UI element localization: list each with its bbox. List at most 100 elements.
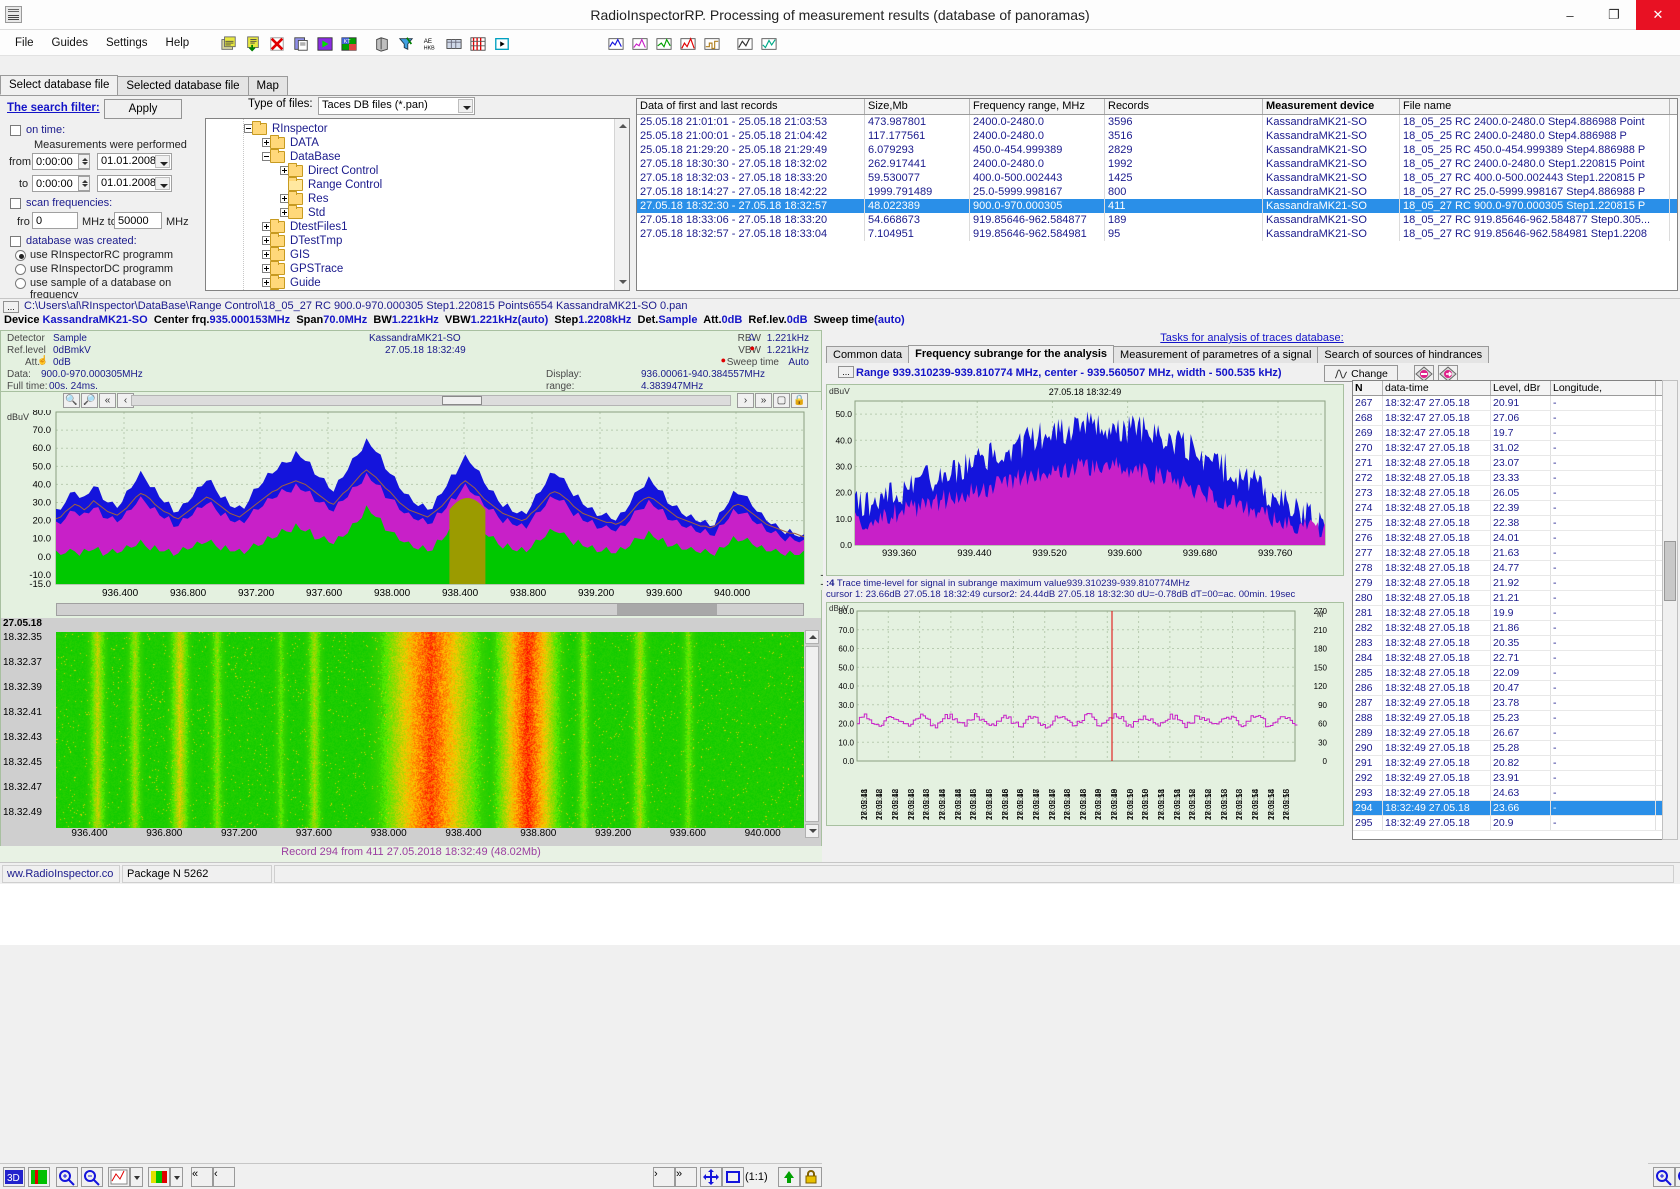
pan-thumb[interactable] (617, 604, 717, 615)
tab-selected-database-file[interactable]: Selected database file (117, 76, 248, 95)
table-row[interactable]: 27.05.18 18:30:30 - 27.05.18 18:32:02262… (637, 157, 1677, 171)
apply-button[interactable]: Apply (104, 99, 182, 119)
tab-select-database-file[interactable]: Select database file (0, 75, 118, 95)
list-item[interactable]: 28818:32:49 27.05.1825.23- (1353, 711, 1669, 726)
menu-help[interactable]: Help (159, 34, 197, 52)
abc-icon[interactable]: AEHKB (419, 33, 441, 54)
list-item[interactable]: 28218:32:48 27.05.1821.86- (1353, 621, 1669, 636)
grid-icon[interactable] (467, 33, 489, 54)
close-button[interactable]: ✕ (1636, 0, 1680, 30)
radio-rinspectordc[interactable] (15, 264, 26, 275)
table-row[interactable]: 25.05.18 21:00:01 - 25.05.18 21:04:42117… (637, 129, 1677, 143)
next-all-icon-2[interactable]: » (675, 1167, 697, 1187)
list-item[interactable]: 29518:32:49 27.05.1820.9- (1353, 816, 1669, 831)
menu-settings[interactable]: Settings (99, 34, 155, 52)
col-n[interactable]: N (1353, 381, 1383, 395)
subrange-chart[interactable]: 50.040.030.020.010.00.0 dBuV 27.05.18 18… (826, 384, 1344, 576)
menu-guides[interactable]: Guides (45, 34, 95, 52)
import-db-icon[interactable] (242, 33, 264, 54)
list-item[interactable]: 27518:32:48 27.05.1822.38- (1353, 516, 1669, 531)
on-time-checkbox[interactable] (10, 125, 21, 136)
chart4-icon[interactable] (677, 33, 699, 54)
chevron-down-icon-2[interactable] (155, 177, 170, 190)
col-frequency-range[interactable]: Frequency range, MHz (970, 99, 1105, 114)
list-item[interactable]: 28418:32:48 27.05.1822.71- (1353, 651, 1669, 666)
palette-dropdown-icon[interactable] (170, 1167, 183, 1187)
scrollbar-thumb[interactable] (442, 396, 482, 405)
tree-scrollbar[interactable] (614, 119, 629, 290)
fit-icon[interactable]: ▢ (773, 393, 790, 408)
time-level-chart[interactable]: 80.070.060.050.040.030.020.010.00.0 2702… (826, 602, 1344, 826)
lock-icon[interactable]: 🔒 (791, 393, 808, 408)
minimize-button[interactable]: – (1548, 0, 1592, 30)
list-item[interactable]: 26918:32:47 27.05.1819.7- (1353, 426, 1669, 441)
chart5-icon[interactable] (701, 33, 723, 54)
list-item[interactable]: 27618:32:48 27.05.1824.01- (1353, 531, 1669, 546)
col-file-name[interactable]: File name (1400, 99, 1670, 114)
list-item[interactable]: 29218:32:49 27.05.1823.91- (1353, 771, 1669, 786)
list-item[interactable]: 29118:32:49 27.05.1820.82- (1353, 756, 1669, 771)
list-item[interactable]: 29018:32:49 27.05.1825.28- (1353, 741, 1669, 756)
records-scroll-thumb[interactable] (1664, 541, 1676, 601)
delete-db-icon[interactable] (266, 33, 288, 54)
tab-measurement-parameters[interactable]: Measurement of parametres of a signal (1113, 346, 1318, 363)
tab-common-data[interactable]: Common data (826, 346, 909, 363)
spectrum-pan-scrollbar[interactable] (56, 603, 804, 616)
col-records[interactable]: Records (1105, 99, 1263, 114)
menu-file[interactable]: File (8, 34, 41, 52)
radio-sample-db[interactable] (15, 278, 26, 289)
run-icon[interactable] (491, 33, 513, 54)
prev-icon-2[interactable]: ‹ (213, 1167, 235, 1187)
next-icon-2[interactable]: › (653, 1167, 675, 1187)
chevron-down-icon[interactable] (155, 155, 170, 168)
folder-tree[interactable]: RInspector DATA DataBase Direct Control … (205, 118, 630, 291)
col-level[interactable]: Level, dBr (1491, 381, 1551, 395)
to-date-combo[interactable]: 01.01.2008 (97, 175, 172, 192)
lock-icon-2[interactable] (800, 1167, 822, 1187)
website-link[interactable]: ww.RadioInspector.co (2, 865, 120, 883)
rb-zoom-out-icon[interactable] (1675, 1167, 1680, 1187)
next-icon[interactable]: › (737, 393, 754, 408)
chart6-icon[interactable] (734, 33, 756, 54)
tree-node-init[interactable]: INIT (286, 289, 312, 291)
chart1-icon[interactable] (605, 33, 627, 54)
kt-map-icon[interactable]: KT (338, 33, 360, 54)
table-row[interactable]: 27.05.18 18:14:27 - 27.05.18 18:42:22199… (637, 185, 1677, 199)
prev-all-icon[interactable]: « (99, 393, 116, 408)
archive-icon[interactable] (371, 33, 393, 54)
waterfall-scroll-up[interactable] (805, 630, 819, 644)
col-data-time[interactable]: data-time (1383, 381, 1491, 395)
zoom-out-icon[interactable]: 🔎 (81, 393, 98, 408)
spectrum-chart[interactable]: 🔍 🔎 « ‹ › » ▢ 🔒 80.070.060.050.040.030.0… (0, 392, 822, 618)
list-item[interactable]: 27918:32:48 27.05.1821.92- (1353, 576, 1669, 591)
chart-style-dropdown-icon[interactable] (130, 1167, 143, 1187)
fit-icon-2[interactable] (722, 1167, 744, 1187)
scroll-up-icon[interactable] (615, 119, 630, 134)
db-created-checkbox[interactable] (10, 236, 21, 247)
scan-to-input[interactable]: 50000 (114, 212, 162, 229)
waterfall-icon[interactable] (28, 1167, 50, 1187)
scroll-down-icon[interactable] (615, 275, 630, 290)
prev-all-icon-2[interactable]: « (191, 1167, 213, 1187)
chart7-icon[interactable] (758, 33, 780, 54)
list-item[interactable]: 27118:32:48 27.05.1823.07- (1353, 456, 1669, 471)
move-icon[interactable] (700, 1167, 722, 1187)
col-longitude[interactable]: Longitude, (1551, 381, 1656, 395)
scan-from-input[interactable]: 0 (32, 212, 78, 229)
list-item[interactable]: 28518:32:48 27.05.1822.09- (1353, 666, 1669, 681)
list-item[interactable]: 27418:32:48 27.05.1822.39- (1353, 501, 1669, 516)
list-item[interactable]: 28018:32:48 27.05.1821.21- (1353, 591, 1669, 606)
table-row[interactable]: 25.05.18 21:29:20 - 25.05.18 21:29:496.0… (637, 143, 1677, 157)
list-item[interactable]: 27318:32:48 27.05.1826.05- (1353, 486, 1669, 501)
table-row[interactable]: 27.05.18 18:32:03 - 27.05.18 18:33:2059.… (637, 171, 1677, 185)
maximize-button[interactable]: ❐ (1592, 0, 1636, 30)
range-browse-button[interactable]: ... (838, 366, 854, 378)
to-time-spinner[interactable] (78, 176, 90, 191)
waterfall-canvas[interactable] (56, 632, 804, 828)
scan-frequencies-checkbox[interactable] (10, 198, 21, 209)
list-item[interactable]: 27218:32:48 27.05.1823.33- (1353, 471, 1669, 486)
chart-style-icon[interactable] (108, 1167, 130, 1187)
records-list[interactable]: N data-time Level, dBr Longitude, 26718:… (1352, 380, 1670, 840)
table-icon[interactable] (443, 33, 465, 54)
table-row[interactable]: 27.05.18 18:32:30 - 27.05.18 18:32:5748.… (637, 199, 1677, 213)
